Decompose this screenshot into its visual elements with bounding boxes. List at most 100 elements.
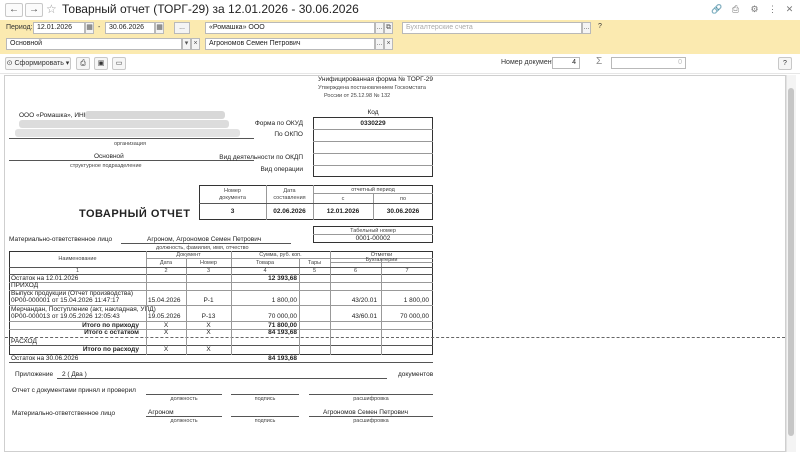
report-document: Унифицированная форма № ТОРГ-29 Утвержде… bbox=[4, 75, 786, 452]
period-dash: - bbox=[98, 24, 101, 31]
total-rest-x1: X bbox=[163, 329, 169, 336]
favorite-star-icon[interactable]: ☆ bbox=[46, 2, 57, 16]
h-period: отчетный период bbox=[351, 187, 395, 193]
col-goods: Товара bbox=[255, 260, 275, 266]
print-icon[interactable]: ⎙ bbox=[730, 4, 741, 15]
generate-label: Сформировать bbox=[14, 60, 64, 67]
code-row-line-1 bbox=[313, 129, 433, 130]
mt-v1-body bbox=[146, 274, 147, 355]
floppy-icon: ▣ bbox=[97, 60, 105, 67]
col-num-2: 2 bbox=[164, 268, 168, 274]
accepted-pos-caption: должность bbox=[170, 396, 198, 402]
accepted-sign-caption: подпись bbox=[254, 396, 276, 402]
help-button[interactable]: ? bbox=[778, 57, 792, 70]
sum-sigma-icon: Σ bbox=[596, 56, 603, 67]
save-button[interactable]: ▣ bbox=[94, 57, 108, 70]
h-from: с bbox=[341, 196, 345, 202]
r1-acc: 43/20.01 bbox=[351, 297, 377, 304]
accounts-field[interactable]: Бухгалтерские счета bbox=[402, 22, 582, 34]
accepted-label: Отчет с документами принял и проверил bbox=[12, 387, 136, 394]
accounts-select-button[interactable]: ... bbox=[582, 22, 591, 34]
total-exp-x1: X bbox=[163, 346, 169, 353]
person-select-button[interactable]: ... bbox=[375, 38, 384, 50]
okud-value: 0330229 bbox=[360, 120, 386, 127]
code-row-line-4 bbox=[313, 165, 433, 166]
redacted-inn bbox=[85, 111, 225, 119]
col-tare: Тары bbox=[307, 260, 322, 266]
dropdown-arrow-icon: ▾ bbox=[65, 60, 70, 67]
mt-v5-body bbox=[330, 274, 331, 355]
generate-button[interactable]: ⊙ Сформировать ▾ bbox=[5, 57, 71, 70]
forward-button[interactable]: → bbox=[25, 3, 43, 17]
doc-title: ТОВАРНЫЙ ОТЧЕТ bbox=[79, 208, 191, 220]
print-button[interactable]: ⎙ bbox=[76, 57, 90, 70]
warehouse-dropdown-icon[interactable]: ▾ bbox=[182, 38, 191, 50]
appendix-label: Приложение bbox=[15, 371, 54, 378]
appendix-line bbox=[57, 378, 387, 379]
window-title: Товарный отчет (ТОРГ-29) за 12.01.2026 -… bbox=[62, 2, 359, 16]
open-button[interactable]: ▭ bbox=[112, 57, 126, 70]
col-sum: Сумма, руб. коп. bbox=[259, 252, 302, 258]
scrollbar-thumb[interactable] bbox=[788, 88, 794, 436]
ht-hline-2 bbox=[199, 203, 433, 204]
sum-field: 0 bbox=[611, 57, 686, 69]
link-icon[interactable]: 🔗 bbox=[711, 4, 722, 15]
r2-date: 19.05.2026 bbox=[148, 313, 181, 320]
col-num-3: 3 bbox=[206, 268, 211, 274]
col-num-5: 5 bbox=[312, 268, 317, 274]
person-field[interactable]: Агрономов Семен Петрович bbox=[205, 38, 375, 50]
okud-label: Форма по ОКУД bbox=[254, 120, 303, 127]
redacted-address-1 bbox=[19, 120, 229, 128]
date-from-field[interactable]: 12.01.2026 bbox=[33, 22, 85, 34]
help-question-icon[interactable]: ? bbox=[598, 23, 602, 30]
warehouse-clear-icon[interactable]: × bbox=[191, 38, 200, 50]
mol-label: Материально-ответственное лицо bbox=[9, 236, 113, 243]
h-num-2: документа bbox=[219, 195, 246, 201]
period-select-button[interactable]: ... bbox=[174, 22, 190, 34]
total-with-rest-label: Итого с остатком bbox=[84, 329, 139, 336]
mol2-pos-caption: должность bbox=[170, 418, 198, 424]
v-date: 02.06.2026 bbox=[273, 208, 306, 215]
printer-icon: ⎙ bbox=[80, 60, 86, 67]
arrow-right-icon: → bbox=[29, 4, 39, 15]
col-date: Дата bbox=[159, 260, 173, 266]
appendix-docs: документов bbox=[398, 371, 434, 378]
more-icon[interactable]: ⋮ bbox=[767, 4, 778, 15]
r2-acc: 43/60.01 bbox=[351, 313, 377, 320]
calendar-to-icon[interactable]: ▦ bbox=[155, 22, 164, 34]
person-clear-icon[interactable]: × bbox=[384, 38, 393, 50]
r2-sum: 70 000,00 bbox=[268, 313, 297, 320]
col-num-4: 4 bbox=[263, 268, 267, 274]
settings-icon[interactable]: ⚙ bbox=[749, 4, 760, 15]
col-document: Документ bbox=[176, 252, 201, 258]
back-button[interactable]: ← bbox=[5, 3, 23, 17]
col-num-1: 1 bbox=[75, 268, 80, 274]
form-header-2: Утверждена постановлением Госкомстата bbox=[318, 85, 426, 91]
col-num-7: 7 bbox=[405, 268, 409, 274]
mt-v6-body bbox=[381, 274, 382, 355]
docnum-input[interactable]: 4 bbox=[552, 57, 580, 69]
organization-open-icon[interactable]: ⧉ bbox=[384, 22, 393, 34]
organization-select-button[interactable]: ... bbox=[375, 22, 384, 34]
col-number: Номер bbox=[200, 260, 217, 266]
h-date-2: составления bbox=[273, 195, 306, 201]
mol2-decode-caption: расшифровка bbox=[353, 418, 389, 424]
org-caption: организация bbox=[114, 141, 146, 147]
organization-field[interactable]: «Ромашка» ООО bbox=[205, 22, 375, 34]
code-header: Код bbox=[367, 109, 379, 116]
mt-v4-body bbox=[299, 274, 300, 355]
okpo-label: По ОКПО bbox=[274, 131, 303, 138]
page-break-line bbox=[5, 337, 785, 338]
v-to: 30.06.2026 bbox=[386, 208, 420, 215]
warehouse-field[interactable]: Основной bbox=[6, 38, 182, 50]
r1-sum: 1 800,00 bbox=[271, 297, 297, 304]
mt-v2-body bbox=[186, 274, 187, 355]
operation-label: Вид операции bbox=[260, 166, 303, 173]
total-expense-label: Итого по расходу bbox=[82, 346, 139, 353]
tab-header: Табельный номер bbox=[350, 228, 396, 234]
h-to: по bbox=[399, 196, 407, 202]
redacted-address-2 bbox=[15, 129, 240, 137]
date-to-field[interactable]: 30.06.2026 bbox=[105, 22, 155, 34]
close-icon[interactable]: ✕ bbox=[784, 4, 795, 15]
calendar-from-icon[interactable]: ▦ bbox=[85, 22, 94, 34]
